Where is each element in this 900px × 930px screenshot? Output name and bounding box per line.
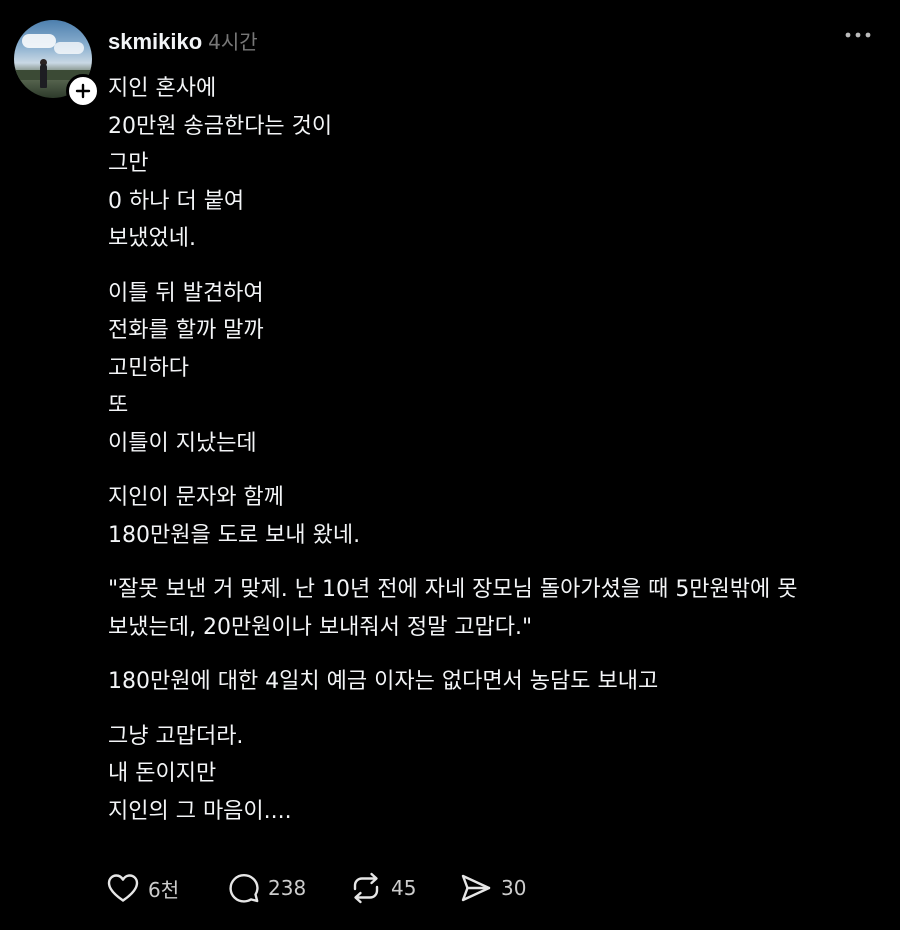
repost-button[interactable]: 45 <box>349 870 459 906</box>
share-count: 30 <box>501 876 527 900</box>
post-line: 20만원 송금한다는 것이 <box>108 113 333 139</box>
post-paragraph: 이틀 뒤 발견하여 전화를 할까 말까 고민하다 또 이틀이 지났는데 <box>108 275 878 463</box>
comment-count: 238 <box>268 876 307 900</box>
follow-button[interactable] <box>66 74 100 108</box>
post-body: 지인 혼사에 20만원 송금한다는 것이 그만 0 하나 더 붙여 보냈었네. … <box>108 70 878 847</box>
like-button[interactable]: 6천 <box>106 870 228 906</box>
more-horizontal-icon <box>845 32 871 38</box>
avatar-container[interactable] <box>14 20 100 108</box>
post-line: 이틀 뒤 발견하여 <box>108 280 264 306</box>
post-line: 180만원에 대한 4일치 예금 이자는 없다면서 농담도 보내고 <box>108 669 659 694</box>
post-timestamp: 4시간 <box>208 30 258 54</box>
post-line: 전화를 할까 말까 <box>108 318 264 343</box>
send-icon <box>461 874 491 902</box>
like-count: 6천 <box>148 877 180 902</box>
post-line: 그만 <box>108 151 149 176</box>
post-header: skmikiko 4시간 <box>108 26 258 54</box>
username-link[interactable]: skmikiko <box>108 29 202 55</box>
post-line: 그냥 고맙더라. <box>108 723 244 749</box>
post-action-bar: 6천 238 45 30 <box>106 870 539 906</box>
repost-icon <box>353 872 379 904</box>
heart-icon <box>107 874 139 902</box>
post-line: 보냈었네. <box>108 226 196 251</box>
post-line: 내 돈이지만 <box>108 761 217 786</box>
post-line: 지인이 문자와 함께 <box>108 485 284 510</box>
repost-count: 45 <box>391 876 417 900</box>
post-paragraph: 지인이 문자와 함께 180만원을 도로 보내 왔네. <box>108 479 878 554</box>
more-options-button[interactable] <box>836 24 880 46</box>
post-line: 지인 혼사에 <box>108 76 217 101</box>
post-line: "잘못 보낸 거 맞제. 난 10년 전에 자네 장모님 돌아가셨을 때 5만원… <box>108 577 798 602</box>
plus-icon <box>75 83 91 99</box>
comment-bubble-icon <box>229 874 259 903</box>
post-line: 0 하나 더 붙여 <box>108 188 245 214</box>
share-button[interactable]: 30 <box>459 870 539 906</box>
comment-button[interactable]: 238 <box>228 870 349 906</box>
post-paragraph: 그냥 고맙더라. 내 돈이지만 지인의 그 마음이.... <box>108 718 878 831</box>
post-line: 180만원을 도로 보내 왔네. <box>108 522 361 548</box>
post-paragraph: "잘못 보낸 거 맞제. 난 10년 전에 자네 장모님 돌아가셨을 때 5만원… <box>108 571 878 646</box>
avatar-person <box>40 64 47 88</box>
post-line: 또 <box>108 393 129 418</box>
post-line: 보냈는데, 20만원이나 보내줘서 정말 고맙다." <box>108 614 533 640</box>
post-line: 이틀이 지났는데 <box>108 430 257 456</box>
avatar-cloud <box>22 34 56 48</box>
post-paragraph: 180만원에 대한 4일치 예금 이자는 없다면서 농담도 보내고 <box>108 663 878 701</box>
avatar-cloud <box>54 42 84 54</box>
post-paragraph: 지인 혼사에 20만원 송금한다는 것이 그만 0 하나 더 붙여 보냈었네. <box>108 70 878 258</box>
post-line: 고민하다 <box>108 355 189 381</box>
post-line: 지인의 그 마음이.... <box>108 798 292 824</box>
